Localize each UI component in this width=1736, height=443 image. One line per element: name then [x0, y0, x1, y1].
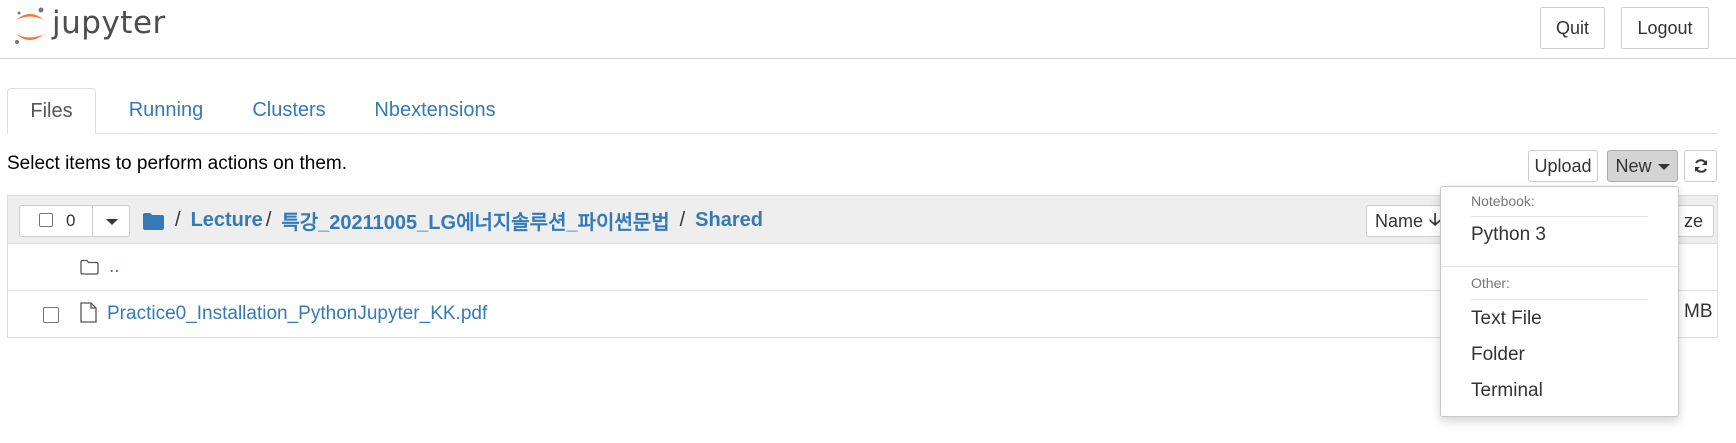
tab-running[interactable]: Running — [113, 88, 219, 133]
jupyter-wordmark: jupyter — [52, 5, 166, 41]
breadcrumb-separator: / — [265, 209, 272, 231]
quit-button[interactable]: Quit — [1540, 7, 1605, 49]
refresh-icon — [1694, 159, 1707, 173]
menu-item-text-file[interactable]: Text File — [1471, 308, 1542, 330]
select-menu-caret-icon[interactable] — [106, 219, 118, 225]
menu-header-other: Other: — [1471, 275, 1510, 291]
tab-clusters[interactable]: Clusters — [237, 88, 341, 133]
tab-bar: Files Running Clusters Nbextensions — [7, 88, 1718, 134]
logout-button[interactable]: Logout — [1621, 7, 1709, 49]
menu-header-rule — [1471, 216, 1648, 217]
jupyter-logo[interactable]: jupyter — [12, 4, 166, 48]
menu-divider — [1441, 266, 1678, 267]
new-button[interactable]: New — [1607, 150, 1678, 182]
file-size: MB — [1684, 301, 1713, 322]
select-all-checkbox[interactable] — [39, 213, 53, 227]
sort-by-name-button[interactable]: Name 🡣 — [1366, 205, 1451, 237]
menu-item-python3[interactable]: Python 3 — [1471, 224, 1546, 246]
new-button-label: New — [1615, 155, 1652, 176]
breadcrumb-separator: / — [679, 209, 686, 231]
select-divider — [92, 206, 93, 236]
upload-button[interactable]: Upload — [1528, 150, 1598, 182]
new-dropdown-menu: Notebook: Python 3 Other: Text File Fold… — [1440, 186, 1679, 417]
jupyter-logo-icon — [15, 7, 44, 44]
select-all-group[interactable]: 0 — [19, 205, 130, 237]
file-checkbox[interactable] — [43, 307, 59, 323]
tab-files[interactable]: Files — [7, 88, 96, 134]
breadcrumb-shared[interactable]: Shared — [695, 209, 763, 232]
sort-name-label: Name — [1375, 210, 1424, 231]
tab-nbextensions[interactable]: Nbextensions — [362, 88, 508, 133]
menu-item-folder[interactable]: Folder — [1471, 344, 1525, 366]
selected-count: 0 — [66, 211, 76, 230]
folder-icon — [80, 259, 99, 275]
caret-down-icon — [1657, 164, 1670, 170]
instructions-text: Select items to perform actions on them. — [7, 153, 348, 174]
menu-item-terminal[interactable]: Terminal — [1471, 380, 1543, 402]
breadcrumb-separator: / — [175, 209, 181, 231]
breadcrumb: / Lecture / 특강_20211005_LG에너지솔루션_파이썬문법 /… — [143, 206, 763, 235]
file-name-link[interactable]: Practice0_Installation_PythonJupyter_KK.… — [107, 303, 487, 325]
menu-header-rule — [1471, 299, 1648, 300]
parent-dir-link[interactable]: .. — [109, 256, 120, 278]
menu-header-notebook: Notebook: — [1471, 193, 1535, 209]
breadcrumb-course-folder[interactable]: 특강_20211005_LG에너지솔루션_파이썬문법 — [281, 206, 669, 235]
breadcrumb-lecture[interactable]: Lecture — [191, 209, 263, 232]
header-bar: jupyter Quit Logout — [0, 0, 1736, 59]
file-icon — [80, 302, 97, 323]
folder-icon[interactable] — [143, 212, 164, 230]
refresh-button[interactable] — [1684, 150, 1717, 182]
